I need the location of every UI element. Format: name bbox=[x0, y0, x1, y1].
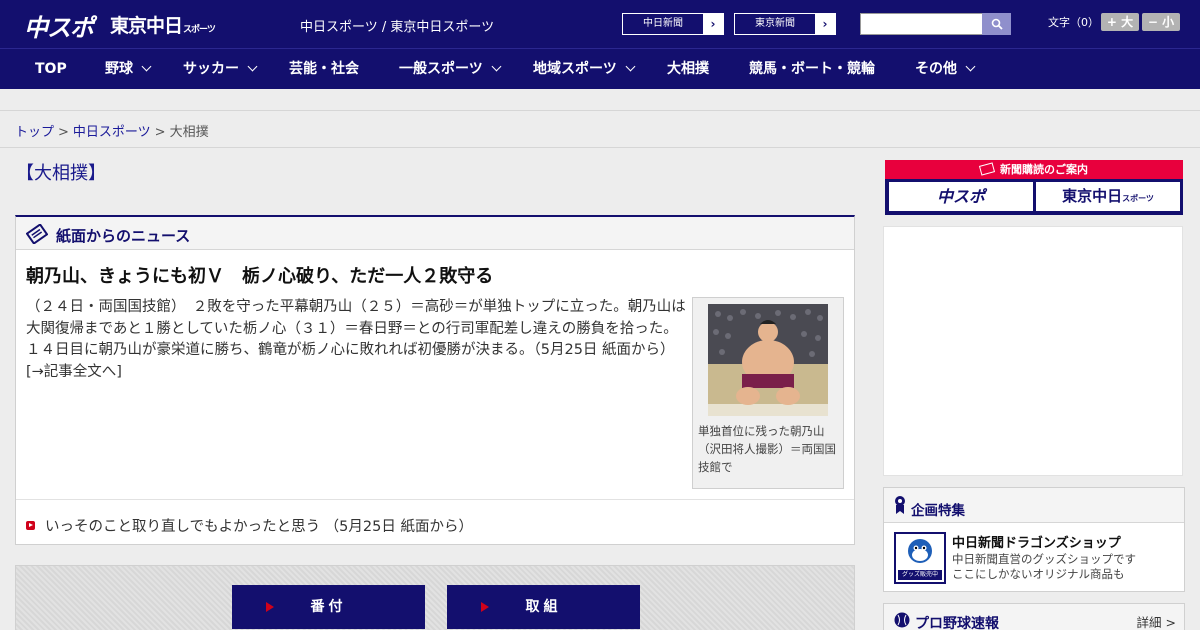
nav-racing[interactable]: 競馬・ボート・競輪 bbox=[749, 49, 875, 89]
newspaper-icon bbox=[978, 162, 996, 176]
chevron-down-icon bbox=[491, 61, 502, 72]
article-photo[interactable] bbox=[708, 304, 828, 416]
nav-top[interactable]: TOP bbox=[35, 49, 67, 89]
pro-baseball-title: プロ野球速報 bbox=[915, 616, 999, 630]
chevron-down-icon bbox=[625, 61, 636, 72]
nav-local-sports[interactable]: 地域スポーツ bbox=[533, 49, 636, 89]
nav-other[interactable]: その他 bbox=[915, 49, 976, 89]
font-size-down-button[interactable]: − 小 bbox=[1142, 13, 1180, 31]
goods-badge: グッズ販売中 bbox=[901, 571, 938, 578]
nav-general-sports[interactable]: 一般スポーツ bbox=[399, 49, 502, 89]
main-nav: TOP 野球 サッカー 芸能・社会 一般スポーツ 地域スポーツ 大相撲 競馬・ボ… bbox=[0, 48, 1200, 89]
related-article-title: いっそのこと取り直しでもよかったと思う （5月25日 紙面から） bbox=[45, 519, 473, 535]
chunichi-shimbun-label: 中日新聞 bbox=[643, 18, 683, 29]
nav-label: 野球 bbox=[105, 61, 133, 77]
nav-entertainment[interactable]: 芸能・社会 bbox=[289, 49, 359, 89]
site-tagline: 中日スポーツ / 東京中日スポーツ bbox=[300, 20, 495, 35]
search-input[interactable] bbox=[860, 13, 983, 35]
tokyo-subscribe-main: 東京中日 bbox=[1062, 187, 1123, 205]
font-size-label: 文字（0） bbox=[1048, 16, 1099, 29]
nav-label: 地域スポーツ bbox=[533, 61, 617, 77]
nav-label: 芸能・社会 bbox=[289, 61, 359, 77]
nav-label: 競馬・ボート・競輪 bbox=[749, 61, 875, 77]
article-headline[interactable]: 朝乃山、きょうにも初Ｖ 栃ノ心破り、ただ一人２敗守る bbox=[26, 262, 493, 288]
article-body: （２４日・両国国技館） ２敗を守った平幕朝乃山（２５）＝高砂＝が単独トップに立っ… bbox=[26, 299, 686, 358]
dragons-shop-image[interactable]: グッズ販売中 bbox=[894, 532, 946, 584]
chuspo-subscribe-logo[interactable]: 中スポ bbox=[889, 182, 1033, 211]
chuspo-logo[interactable]: 中スポ bbox=[24, 8, 94, 43]
related-article-item[interactable]: いっそのこと取り直しでもよかったと思う （5月25日 紙面から） bbox=[26, 515, 473, 536]
tokyo-chunichi-logo[interactable]: 東京中日スポーツ bbox=[110, 11, 216, 38]
torikumi-button[interactable]: 取組 bbox=[447, 585, 640, 629]
read-more-link[interactable]: [→記事全文へ] bbox=[26, 364, 122, 380]
tokyo-chunichi-subscribe-logo[interactable]: 東京中日スポーツ bbox=[1036, 182, 1180, 211]
nav-soccer[interactable]: サッカー bbox=[183, 49, 258, 89]
breadcrumb-home[interactable]: トップ bbox=[15, 125, 54, 140]
breadcrumb-current: 大相撲 bbox=[169, 125, 209, 140]
nav-label: 大相撲 bbox=[667, 61, 709, 77]
chevron-right-icon: › bbox=[703, 14, 723, 34]
pro-baseball-details-link[interactable]: 詳細 > bbox=[1137, 612, 1176, 630]
subscription-banner[interactable]: 新聞購読のご案内 中スポ 東京中日スポーツ bbox=[885, 160, 1183, 215]
torikumi-label: 取組 bbox=[525, 599, 562, 615]
subscription-title-text: 新聞購読のご案内 bbox=[1000, 163, 1088, 176]
feature-box: 企画特集 グッズ販売中 中日新聞ドラゴンズショップ 中日新聞直営のグッズショップ… bbox=[883, 487, 1185, 592]
photo-caption: 単独首位に残った朝乃山（沢田将人撮影）＝両国国技館で bbox=[698, 424, 836, 474]
news-panel: 紙面からのニュース 朝乃山、きょうにも初Ｖ 栃ノ心破り、ただ一人２敗守る （２４… bbox=[15, 215, 855, 545]
nav-label: 一般スポーツ bbox=[399, 61, 483, 77]
breadcrumb-separator: > bbox=[58, 125, 69, 140]
article-photo-box: 単独首位に残った朝乃山（沢田将人撮影）＝両国国技館で bbox=[692, 297, 844, 489]
news-panel-header: 紙面からのニュース bbox=[16, 217, 854, 250]
dragons-shop-title[interactable]: 中日新聞ドラゴンズショップ bbox=[952, 532, 1121, 551]
sumo-wrestler-photo bbox=[708, 304, 828, 416]
dragons-shop-desc-line: 中日新聞直営のグッズショップです bbox=[952, 552, 1136, 566]
news-panel-title: 紙面からのニュース bbox=[56, 227, 191, 245]
feature-box-header: 企画特集 bbox=[884, 488, 1184, 523]
article-summary: （２４日・両国国技館） ２敗を守った平幕朝乃山（２５）＝高砂＝が単独トップに立っ… bbox=[26, 297, 686, 383]
dragons-shop-desc-line: ここにしかないオリジナル商品も bbox=[952, 567, 1125, 581]
award-ribbon-icon bbox=[895, 496, 905, 514]
baseball-icon bbox=[894, 612, 910, 628]
play-bullet-icon bbox=[26, 521, 35, 530]
chevron-right-icon: › bbox=[815, 14, 835, 34]
play-arrow-icon bbox=[266, 602, 274, 612]
chevron-down-icon bbox=[247, 61, 258, 72]
subscription-banner-title: 新聞購読のご案内 bbox=[885, 160, 1183, 179]
tokyo-subscribe-sub: スポーツ bbox=[1122, 194, 1154, 203]
search-icon bbox=[991, 18, 1003, 30]
sumo-links-area: 番付 取組 bbox=[15, 565, 855, 630]
newspaper-icon bbox=[26, 224, 48, 244]
nav-label: TOP bbox=[35, 61, 67, 77]
breadcrumb: トップ > 中日スポーツ > 大相撲 bbox=[15, 121, 209, 140]
advertisement-slot[interactable] bbox=[883, 226, 1183, 476]
pro-baseball-scores-box: プロ野球速報 詳細 > bbox=[883, 603, 1185, 630]
nav-sumo[interactable]: 大相撲 bbox=[667, 49, 709, 89]
play-arrow-icon bbox=[481, 602, 489, 612]
font-size-up-button[interactable]: + 大 bbox=[1101, 13, 1139, 31]
nav-label: サッカー bbox=[183, 61, 239, 77]
tokyo-logo-main: 東京中日 bbox=[110, 15, 183, 37]
nav-label: その他 bbox=[915, 61, 957, 77]
chevron-down-icon bbox=[965, 61, 976, 72]
breadcrumb-bar: トップ > 中日スポーツ > 大相撲 bbox=[0, 110, 1200, 148]
site-header: 中スポ 東京中日スポーツ 中日スポーツ / 東京中日スポーツ 中日新聞 › 東京… bbox=[0, 0, 1200, 48]
search-button[interactable] bbox=[982, 13, 1011, 35]
feature-box-title: 企画特集 bbox=[911, 503, 965, 519]
nav-baseball[interactable]: 野球 bbox=[105, 49, 152, 89]
chunichi-shimbun-link[interactable]: 中日新聞 › bbox=[622, 13, 724, 35]
tokyo-logo-sub: スポーツ bbox=[183, 25, 216, 35]
banzuke-label: 番付 bbox=[310, 599, 347, 615]
breadcrumb-section[interactable]: 中日スポーツ bbox=[73, 125, 151, 140]
breadcrumb-separator: > bbox=[154, 125, 166, 140]
tokyo-shimbun-link[interactable]: 東京新聞 › bbox=[734, 13, 836, 35]
divider bbox=[16, 499, 854, 500]
tokyo-shimbun-label: 東京新聞 bbox=[755, 18, 795, 29]
chevron-down-icon bbox=[141, 61, 152, 72]
dragons-shop-description: 中日新聞直営のグッズショップです ここにしかないオリジナル商品も bbox=[952, 552, 1136, 582]
banzuke-button[interactable]: 番付 bbox=[232, 585, 425, 629]
page-title: 【大相撲】 bbox=[16, 163, 106, 184]
